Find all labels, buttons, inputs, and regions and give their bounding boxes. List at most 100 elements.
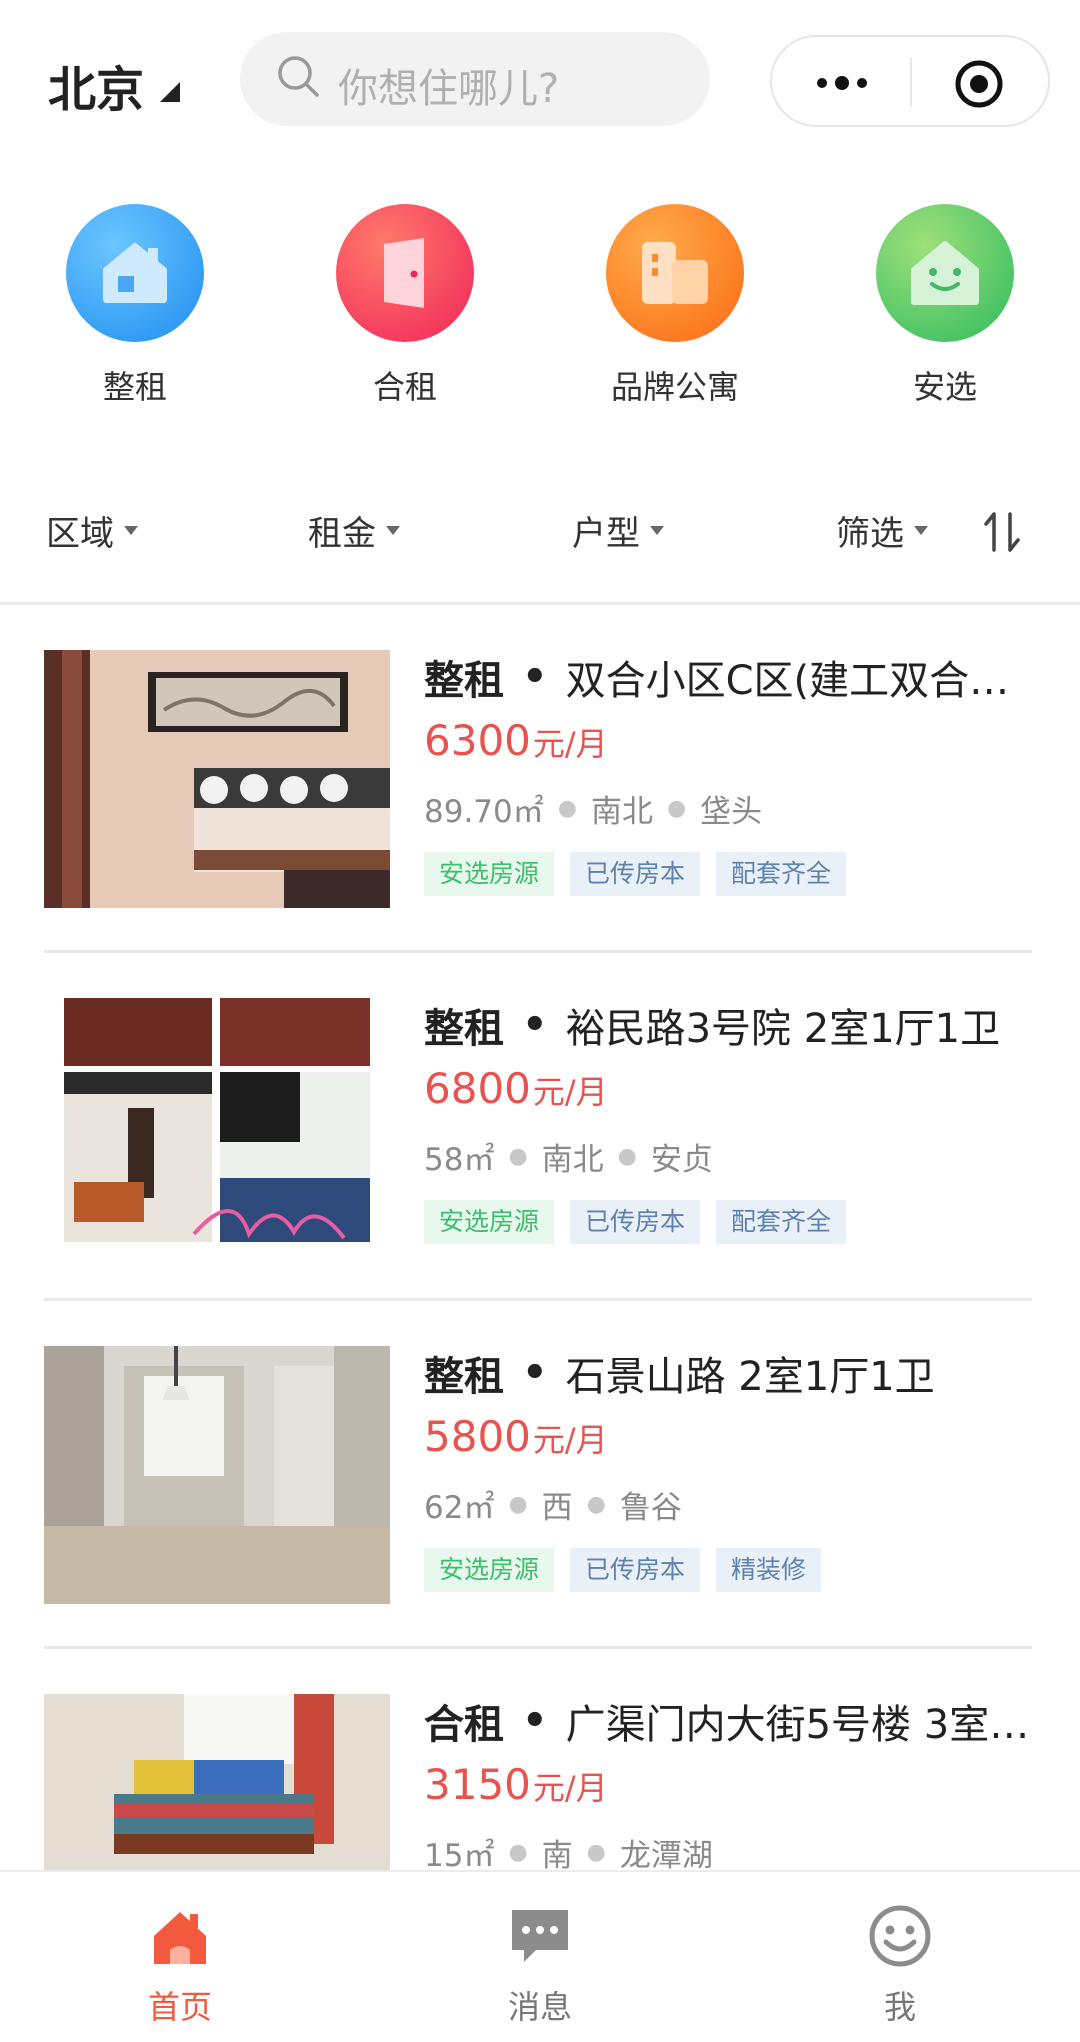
- listing-name: 裕民路3号院 2室1厅1卫: [565, 1006, 1001, 1052]
- listing-info: 合租 • 广渠门内大街5号楼 3室… 3150 元/月 15㎡ ● 南 ● 龙潭湖: [424, 1694, 1034, 1870]
- more-icon[interactable]: [812, 65, 872, 101]
- title-dot: •: [522, 1350, 548, 1396]
- tab-home[interactable]: 首页: [80, 1872, 280, 2042]
- rent-type: 整租: [424, 1354, 504, 1400]
- listing-meta: 15㎡ ● 南 ● 龙潭湖: [424, 1830, 1034, 1871]
- search-bar[interactable]: 你想住哪儿?: [240, 32, 710, 126]
- filter-label: 区域: [46, 514, 114, 554]
- listing-price: 6800 元/月: [424, 1064, 1034, 1120]
- filter-layout[interactable]: 户型: [572, 506, 664, 555]
- category-label: 整租: [102, 368, 167, 406]
- listing-divider: [44, 950, 1032, 953]
- listing-area: 15㎡: [424, 1837, 495, 1871]
- listing-info: 整租 • 石景山路 2室1厅1卫 5800 元/月 62㎡ ● 西 ● 鲁谷 安选房源…: [424, 1346, 1034, 1592]
- listing-card[interactable]: 整租 • 双合小区C区(建工双合家园)… 6300元/月 89.70㎡ ● 南北 ●…: [44, 650, 1034, 998]
- miniprogram-capsule: [770, 35, 1050, 127]
- dropdown-caret-icon: [124, 526, 138, 535]
- listing-price: 6300 元/月: [424, 716, 1034, 772]
- home-icon: [154, 1912, 206, 1964]
- listing-area: 89.70㎡: [424, 793, 544, 830]
- top-bar: 北京 你想住哪儿?: [0, 0, 1080, 160]
- listing-name: 双合小区C区(建工双合家园)…: [565, 658, 1034, 704]
- listing-divider: [44, 1298, 1032, 1301]
- tag-badge: 配套齐全: [716, 1200, 847, 1244]
- tag-badge: 已传房本: [570, 1200, 701, 1244]
- tag-badge: 已传房本: [570, 1548, 701, 1592]
- listing-card[interactable]: 整租 • 石景山路 2室1厅1卫 5800 元/月 62㎡ ● 西 ● 鲁谷 安选房源…: [44, 1346, 1034, 1694]
- rent-type: 合租: [424, 1702, 504, 1748]
- price-value: 6800: [424, 1064, 531, 1113]
- message-icon: [512, 1910, 568, 1962]
- listing-price: 3150 元/月: [424, 1760, 1034, 1816]
- listing-photo: [44, 650, 390, 908]
- listing-photo: [44, 998, 390, 1256]
- price-value: 5800: [424, 1412, 531, 1461]
- filter-more[interactable]: 筛选: [836, 506, 928, 555]
- rent-type: 整租: [424, 658, 504, 704]
- smiley-icon: [869, 1905, 931, 1967]
- category-brand-apartment[interactable]: 品牌公寓: [575, 200, 775, 410]
- category-label: 品牌公寓: [610, 368, 739, 406]
- title-dot: •: [522, 654, 548, 700]
- category-shared-rent[interactable]: 合租: [305, 200, 505, 410]
- tab-messages[interactable]: 消息: [440, 1872, 640, 2042]
- search-placeholder: 你想住哪儿?: [338, 66, 560, 112]
- close-target-icon[interactable]: [954, 59, 1004, 109]
- listing-location: 垡头: [700, 793, 763, 830]
- tag-badge: 安选房源: [424, 1548, 555, 1592]
- listing-photo: [44, 1694, 390, 1870]
- listing-tags: 安选房源 已传房本 配套齐全: [424, 1200, 1034, 1244]
- listing-photo: [44, 1346, 390, 1604]
- meta-separator: ●: [508, 1491, 528, 1517]
- category-row: 整租 合租 品牌公寓 安选: [0, 200, 1080, 410]
- price-value: 6300: [424, 716, 531, 765]
- meta-separator: ●: [617, 1143, 637, 1169]
- door-icon: [336, 204, 474, 342]
- listing-orientation: 南: [541, 1837, 573, 1871]
- search-icon: [278, 56, 319, 97]
- listing-info: 整租 • 双合小区C区(建工双合家园)… 6300元/月 89.70㎡ ● 南北 ●…: [424, 650, 1034, 896]
- listing-title: 整租 • 双合小区C区(建工双合家园)…: [424, 650, 1034, 704]
- listing-card[interactable]: 合租 • 广渠门内大街5号楼 3室… 3150 元/月 15㎡ ● 南 ● 龙潭湖: [44, 1694, 1034, 1870]
- dropdown-caret-icon: [914, 526, 928, 535]
- filter-label: 户型: [572, 514, 640, 554]
- filter-label: 筛选: [836, 514, 904, 554]
- tag-badge: 精装修: [716, 1548, 822, 1592]
- smile-house-icon: [876, 204, 1014, 342]
- meta-separator: ●: [508, 1143, 528, 1169]
- meta-separator: ●: [586, 1491, 606, 1517]
- filter-divider: [0, 602, 1080, 605]
- listing-area: 62㎡: [424, 1489, 495, 1526]
- listing-info: 整租 • 裕民路3号院 2室1厅1卫 6800 元/月 58㎡ ● 南北 ● 安贞 安…: [424, 998, 1034, 1244]
- meta-separator: ●: [586, 1839, 606, 1865]
- listing-tags: 安选房源 已传房本 配套齐全: [424, 852, 1034, 896]
- house-icon: [66, 204, 204, 342]
- filter-bar: 区域 租金 户型 筛选: [0, 500, 1080, 600]
- price-unit: 元/月: [532, 1073, 608, 1111]
- listing-divider: [44, 1646, 1032, 1649]
- category-label: 安选: [912, 368, 977, 406]
- tab-me[interactable]: 我: [800, 1872, 1000, 2042]
- category-label: 合租: [372, 368, 437, 406]
- dropdown-caret-icon: [650, 526, 664, 535]
- category-whole-rent[interactable]: 整租: [35, 200, 235, 410]
- price-value: 3150: [424, 1760, 531, 1809]
- listing-title: 整租 • 石景山路 2室1厅1卫: [424, 1346, 1034, 1400]
- tag-badge: 已传房本: [570, 852, 701, 896]
- listing-card[interactable]: 整租 • 裕民路3号院 2室1厅1卫 6800 元/月 58㎡ ● 南北 ● 安贞 安…: [44, 998, 1034, 1346]
- city-selector[interactable]: 北京: [48, 50, 144, 120]
- sort-icon[interactable]: [980, 510, 1024, 554]
- filter-district[interactable]: 区域: [46, 506, 138, 555]
- meta-separator: ●: [666, 795, 687, 821]
- listing-title: 合租 • 广渠门内大街5号楼 3室…: [424, 1694, 1034, 1748]
- listing-location: 鲁谷: [619, 1489, 682, 1526]
- city-caret-icon: [160, 82, 180, 102]
- tag-badge: 配套齐全: [716, 852, 847, 896]
- category-anxuan[interactable]: 安选: [845, 200, 1045, 410]
- title-dot: •: [522, 1002, 548, 1048]
- listing-meta: 58㎡ ● 南北 ● 安贞: [424, 1134, 1034, 1178]
- filter-rent[interactable]: 租金: [308, 506, 400, 555]
- bottom-tab-bar: 首页 消息 我: [0, 1870, 1080, 2042]
- meta-separator: ●: [557, 795, 577, 821]
- listing-meta: 62㎡ ● 西 ● 鲁谷: [424, 1482, 1034, 1526]
